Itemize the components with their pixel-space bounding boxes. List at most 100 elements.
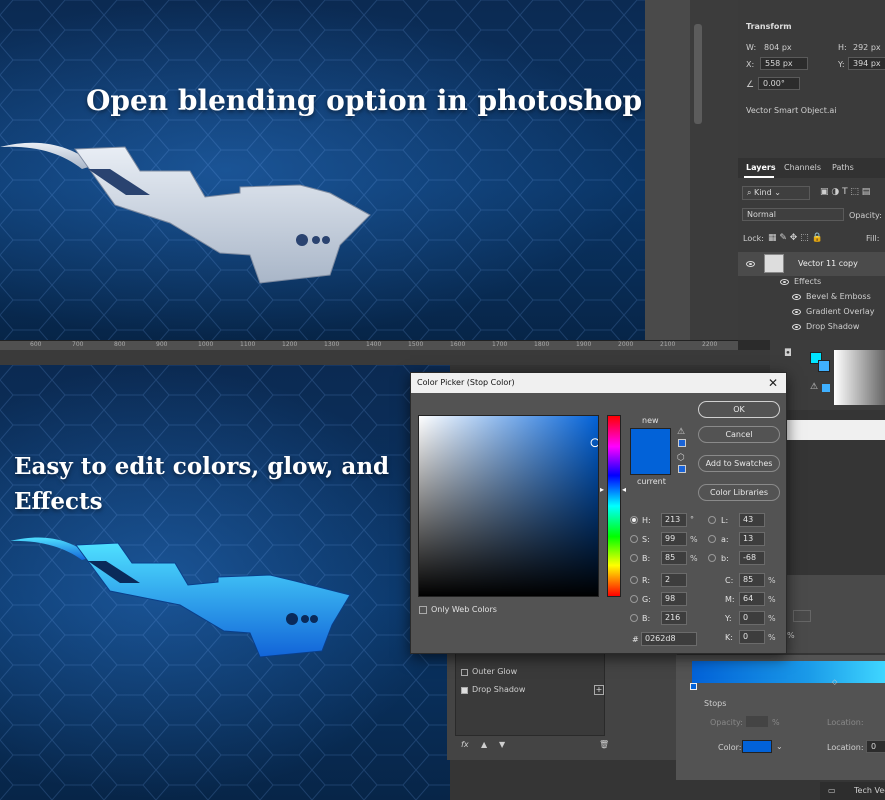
midpoint-diamond-icon[interactable]: ◇ [832, 678, 837, 686]
properties-panel: Transform W: 804 px H: 292 px X: 558 px … [738, 0, 885, 340]
drop-shadow-checkbox[interactable] [461, 687, 468, 694]
object-name: Vector Smart Object.ai [746, 106, 837, 115]
effect-drop-shadow[interactable]: Drop Shadow [806, 322, 859, 331]
h-radio[interactable] [630, 516, 638, 524]
trash-icon[interactable]: 🗑 [599, 740, 609, 749]
cancel-button[interactable]: Cancel [698, 426, 780, 443]
r-input[interactable]: 2 [661, 573, 687, 587]
bevel-eye-icon[interactable] [792, 294, 801, 300]
web-safe-cube-icon[interactable]: ⬡ [677, 453, 685, 463]
effects-eye-icon[interactable] [780, 279, 789, 285]
g-radio[interactable] [630, 595, 638, 603]
g-input[interactable]: 98 [661, 592, 687, 606]
document-canvas-bottom[interactable]: Easy to edit colors, glow, and Effects [0, 365, 450, 800]
add-to-swatches-button[interactable]: Add to Swatches [698, 455, 780, 472]
add-drop-shadow-button[interactable]: + [594, 685, 604, 695]
rgb-b-radio[interactable] [630, 614, 638, 622]
document-canvas-top[interactable]: Open blending option in photoshop [0, 0, 645, 340]
hue-slider-left-arrow[interactable]: ▸ [600, 485, 604, 494]
hex-label: # [632, 635, 639, 644]
outer-glow-checkbox[interactable] [461, 669, 468, 676]
small-color-swatch[interactable] [822, 384, 830, 392]
b-input[interactable]: 85 [661, 551, 687, 565]
y-unit: % [768, 614, 776, 623]
gamut-correction-swatch[interactable] [678, 439, 686, 447]
tab-channels[interactable]: Channels [784, 163, 821, 172]
saturation-brightness-field[interactable] [418, 415, 599, 597]
lock-icons[interactable]: ▦ ✎ ✥ ⬚ 🔒 [768, 233, 823, 243]
hue-slider-right-arrow[interactable]: ◂ [622, 485, 626, 494]
b-unit: % [690, 554, 698, 563]
lab-b-label: b: [721, 554, 729, 563]
tech-vect-label[interactable]: Tech Vect [854, 786, 885, 795]
h-input[interactable]: 213 [661, 513, 687, 527]
s-unit: % [690, 535, 698, 544]
effect-gradient-overlay[interactable]: Gradient Overlay [806, 307, 874, 316]
new-color-swatch [630, 428, 671, 451]
tab-layers[interactable]: Layers [746, 163, 776, 172]
hex-input[interactable]: 0262d8 [641, 632, 697, 646]
y-input[interactable]: 0 [739, 611, 765, 625]
l-input[interactable]: 43 [739, 513, 765, 527]
c-input[interactable]: 85 [739, 573, 765, 587]
dropdown-fragment[interactable] [793, 610, 811, 622]
web-safe-swatch[interactable] [678, 465, 686, 473]
headline-bottom-line2: Effects [14, 488, 103, 515]
x-input[interactable]: 558 px [760, 57, 808, 70]
y-input[interactable]: 394 px [848, 57, 885, 70]
transform-title: Transform [746, 22, 792, 31]
comment-icon[interactable]: ◘ [784, 348, 792, 359]
blend-mode-dropdown[interactable]: Normal [742, 208, 844, 221]
gradient-editor: ◇ Stops Opacity: % Location: Color: ⌄ Lo… [676, 655, 885, 780]
h-value[interactable]: 292 px [853, 43, 881, 52]
filter-icons[interactable]: ▣ ◑ T ⬚ ▤ [820, 187, 870, 197]
ok-button[interactable]: OK [698, 401, 780, 418]
background-color-swatch[interactable] [818, 360, 830, 372]
b-radio[interactable] [630, 554, 638, 562]
s-input[interactable]: 99 [661, 532, 687, 546]
angle-input[interactable]: 0.00° [758, 77, 800, 90]
color-stop-left[interactable] [690, 683, 697, 690]
a-radio[interactable] [708, 535, 716, 543]
dialog-titlebar[interactable]: Color Picker (Stop Color) ✕ [411, 373, 786, 393]
a-input[interactable]: 13 [739, 532, 765, 546]
lab-b-input[interactable]: -68 [739, 551, 765, 565]
rgb-b-input[interactable]: 216 [661, 611, 687, 625]
kind-filter-dropdown[interactable]: ⌕ Kind ⌄ [742, 186, 810, 200]
only-web-colors-checkbox[interactable] [419, 606, 427, 614]
layer-row-vector-11-copy[interactable]: Vector 11 copy [738, 252, 885, 276]
k-unit: % [768, 633, 776, 642]
move-down-icon[interactable]: ▼ [499, 740, 505, 749]
m-input[interactable]: 64 [739, 592, 765, 606]
k-input[interactable]: 0 [739, 630, 765, 644]
fx-menu-button[interactable]: fx [461, 740, 469, 749]
tab-paths[interactable]: Paths [832, 163, 854, 172]
visibility-eye-icon[interactable] [746, 261, 755, 267]
s-radio[interactable] [630, 535, 638, 543]
outer-glow-label[interactable]: Outer Glow [472, 667, 517, 676]
layer-row-tech-vect[interactable]: ▭ Tech Vect [820, 782, 885, 800]
stop-location-input[interactable]: 0 [866, 740, 885, 753]
gradient-preview-bar[interactable] [692, 661, 885, 683]
ruler-tick: 1700 [492, 341, 508, 348]
stop-color-dropdown-icon[interactable]: ⌄ [776, 742, 783, 751]
out-of-gamut-warning-icon[interactable]: ⚠ [677, 427, 685, 437]
drop-shadow-eye-icon[interactable] [792, 324, 801, 330]
lab-b-radio[interactable] [708, 554, 716, 562]
move-up-icon[interactable]: ▲ [481, 740, 487, 749]
stop-color-swatch[interactable] [742, 740, 772, 753]
layer-name[interactable]: Vector 11 copy [798, 259, 858, 268]
hue-slider[interactable] [607, 415, 621, 597]
gradient-overlay-eye-icon[interactable] [792, 309, 801, 315]
current-color-swatch[interactable] [630, 451, 671, 475]
w-value[interactable]: 804 px [764, 43, 792, 52]
l-radio[interactable] [708, 516, 716, 524]
vertical-scrollbar[interactable] [694, 24, 702, 124]
close-icon[interactable]: ✕ [768, 376, 778, 390]
effect-bevel-emboss[interactable]: Bevel & Emboss [806, 292, 871, 301]
new-label: new [642, 416, 659, 425]
drop-shadow-label[interactable]: Drop Shadow [472, 685, 525, 694]
r-radio[interactable] [630, 576, 638, 584]
color-libraries-button[interactable]: Color Libraries [698, 484, 780, 501]
only-web-colors-label[interactable]: Only Web Colors [431, 605, 497, 614]
